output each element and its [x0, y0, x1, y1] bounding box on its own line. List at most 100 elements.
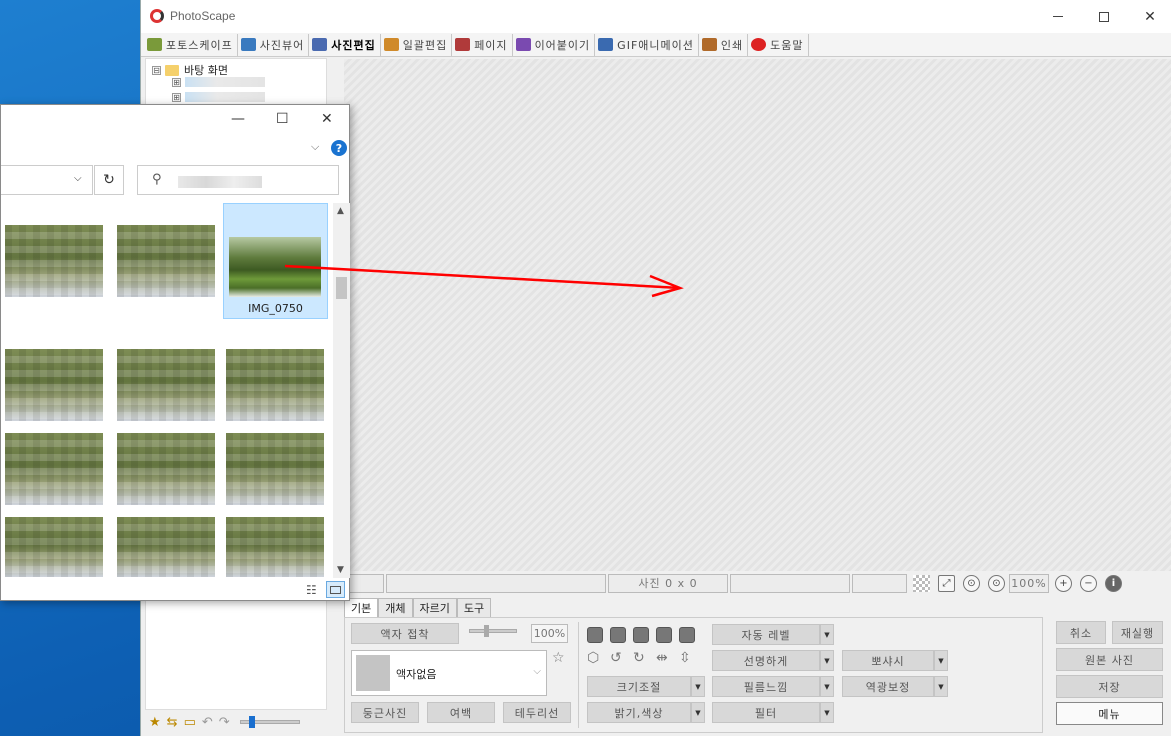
refresh-folder-icon[interactable]: ⇆: [167, 715, 178, 730]
address-bar[interactable]: ⌵: [1, 165, 93, 195]
zoom-fit-icon[interactable]: ⊙: [963, 574, 980, 592]
scroll-down-icon[interactable]: ▼: [337, 565, 344, 575]
file-thumbnail[interactable]: [226, 517, 324, 577]
forward-arrow-icon[interactable]: ↷: [219, 715, 230, 730]
photo-canvas[interactable]: [344, 59, 1171, 571]
backlight-dropdown[interactable]: ▼: [934, 676, 948, 697]
file-thumbnail[interactable]: [117, 225, 215, 297]
zoom-actual-icon[interactable]: ⊙: [988, 574, 1005, 592]
flip-horizontal-icon[interactable]: ⇹: [656, 650, 668, 666]
tab-object[interactable]: 개체: [378, 598, 413, 617]
fit-screen-icon[interactable]: ⤢: [938, 574, 955, 592]
minimize-button[interactable]: [1035, 0, 1081, 33]
auto-level-dropdown[interactable]: ▼: [820, 624, 834, 645]
flip-vertical-icon[interactable]: ⇳: [679, 650, 691, 666]
corner-shape-icon[interactable]: [679, 627, 695, 643]
tab-page[interactable]: 페이지: [452, 33, 513, 56]
corner-shape-icon[interactable]: [587, 627, 603, 643]
tab-combine[interactable]: 이어붙이기: [513, 33, 596, 56]
file-thumbnail[interactable]: [117, 349, 215, 421]
tab-editor[interactable]: 사진편집: [309, 33, 381, 56]
search-input[interactable]: ⚲: [137, 165, 339, 195]
large-icons-view-button[interactable]: [326, 581, 345, 598]
back-arrow-icon[interactable]: ↶: [202, 715, 213, 730]
tab-photoscape[interactable]: 포토스케이프: [144, 33, 238, 56]
tab-crop[interactable]: 자르기: [412, 598, 457, 617]
tab-batch-editor[interactable]: 일괄편집: [381, 33, 453, 56]
sharpen-button[interactable]: 선명하게: [712, 650, 820, 671]
maximize-button[interactable]: ☐: [276, 111, 289, 127]
corner-shape-icon[interactable]: [656, 627, 672, 643]
details-view-icon[interactable]: ☷: [306, 583, 317, 597]
tab-gif-animation[interactable]: GIF애니메이션: [595, 33, 699, 56]
favorite-star-icon[interactable]: ★: [149, 715, 161, 730]
vertical-scrollbar[interactable]: ▲ ▼: [333, 203, 350, 578]
maximize-button[interactable]: [1081, 0, 1127, 33]
auto-level-button[interactable]: 자동 레벨: [712, 624, 820, 645]
filter-button[interactable]: 필터: [712, 702, 820, 723]
star-favorite-icon[interactable]: ☆: [552, 650, 565, 666]
tree-item-desktop[interactable]: ⊟ 바탕 화면: [152, 62, 228, 78]
corner-shape-icon[interactable]: [633, 627, 649, 643]
selected-file-item[interactable]: IMG_0750: [223, 203, 328, 319]
backlight-button[interactable]: 역광보정: [842, 676, 934, 697]
open-folder-icon[interactable]: ▭: [184, 715, 196, 730]
tree-expand-icon[interactable]: ⊞: [172, 77, 181, 87]
frame-dropdown[interactable]: 액자없음 ⌵: [351, 650, 547, 696]
frame-attach-button[interactable]: 액자 접착: [351, 623, 459, 644]
menu-button[interactable]: 메뉴: [1056, 702, 1163, 725]
redo-button[interactable]: 재실행: [1112, 621, 1163, 644]
info-icon[interactable]: i: [1105, 574, 1122, 592]
brightness-dropdown[interactable]: ▼: [691, 702, 705, 723]
chevron-down-icon[interactable]: ⌵: [74, 173, 82, 184]
file-thumbnail[interactable]: [226, 433, 324, 505]
undo-button[interactable]: 취소: [1056, 621, 1106, 644]
close-button[interactable]: ✕: [1127, 0, 1171, 33]
resize-dropdown[interactable]: ▼: [691, 676, 705, 697]
minimize-button[interactable]: —: [231, 111, 245, 127]
scroll-up-icon[interactable]: ▲: [337, 206, 344, 216]
sharpen-dropdown[interactable]: ▼: [820, 650, 834, 671]
film-dropdown[interactable]: ▼: [820, 676, 834, 697]
file-thumbnail[interactable]: [5, 225, 103, 297]
resize-button[interactable]: 크기조절: [587, 676, 691, 697]
file-thumbnail[interactable]: [117, 517, 215, 577]
slider-thumb[interactable]: [248, 716, 255, 728]
bloom-dropdown[interactable]: ▼: [934, 650, 948, 671]
tab-help[interactable]: 도움말: [748, 33, 809, 56]
slider-thumb[interactable]: [484, 625, 489, 637]
tree-collapse-icon[interactable]: ⊟: [152, 65, 161, 75]
file-thumbnail[interactable]: [5, 517, 103, 577]
file-thumbnail[interactable]: [5, 349, 103, 421]
file-thumbnail[interactable]: [117, 433, 215, 505]
film-effect-button[interactable]: 필름느낌: [712, 676, 820, 697]
tree-item[interactable]: ⊞: [172, 77, 265, 87]
tree-item[interactable]: ⊞: [172, 92, 265, 102]
bloom-button[interactable]: 뽀샤시: [842, 650, 934, 671]
brightness-color-button[interactable]: 밝기,색상: [587, 702, 691, 723]
rotate-left-icon[interactable]: ↺: [610, 650, 622, 666]
border-button[interactable]: 테두리선: [503, 702, 571, 723]
zoom-out-icon[interactable]: −: [1080, 574, 1097, 592]
save-button[interactable]: 저장: [1056, 675, 1163, 698]
round-photo-button[interactable]: 둥근사진: [351, 702, 419, 723]
filter-dropdown[interactable]: ▼: [820, 702, 834, 723]
thumbnail-size-slider[interactable]: [239, 716, 300, 728]
tab-tools[interactable]: 도구: [456, 598, 492, 617]
file-thumbnail[interactable]: [226, 349, 324, 421]
close-button[interactable]: ✕: [321, 111, 333, 127]
ribbon-expand-icon[interactable]: ⌵: [311, 140, 319, 154]
tree-expand-icon[interactable]: ⊞: [172, 92, 181, 102]
scrollbar-thumb[interactable]: [336, 277, 347, 299]
transparency-icon[interactable]: [913, 574, 930, 592]
file-thumbnail[interactable]: [5, 433, 103, 505]
refresh-button[interactable]: ↻: [94, 165, 124, 195]
free-rotate-icon[interactable]: ⬡: [587, 650, 599, 666]
rotate-right-icon[interactable]: ↻: [633, 650, 645, 666]
margin-button[interactable]: 여백: [427, 702, 495, 723]
original-photo-button[interactable]: 원본 사진: [1056, 648, 1163, 671]
help-icon[interactable]: ?: [331, 140, 347, 156]
zoom-in-icon[interactable]: +: [1055, 574, 1072, 592]
corner-shape-icon[interactable]: [610, 627, 626, 643]
tab-print[interactable]: 인쇄: [699, 33, 749, 56]
